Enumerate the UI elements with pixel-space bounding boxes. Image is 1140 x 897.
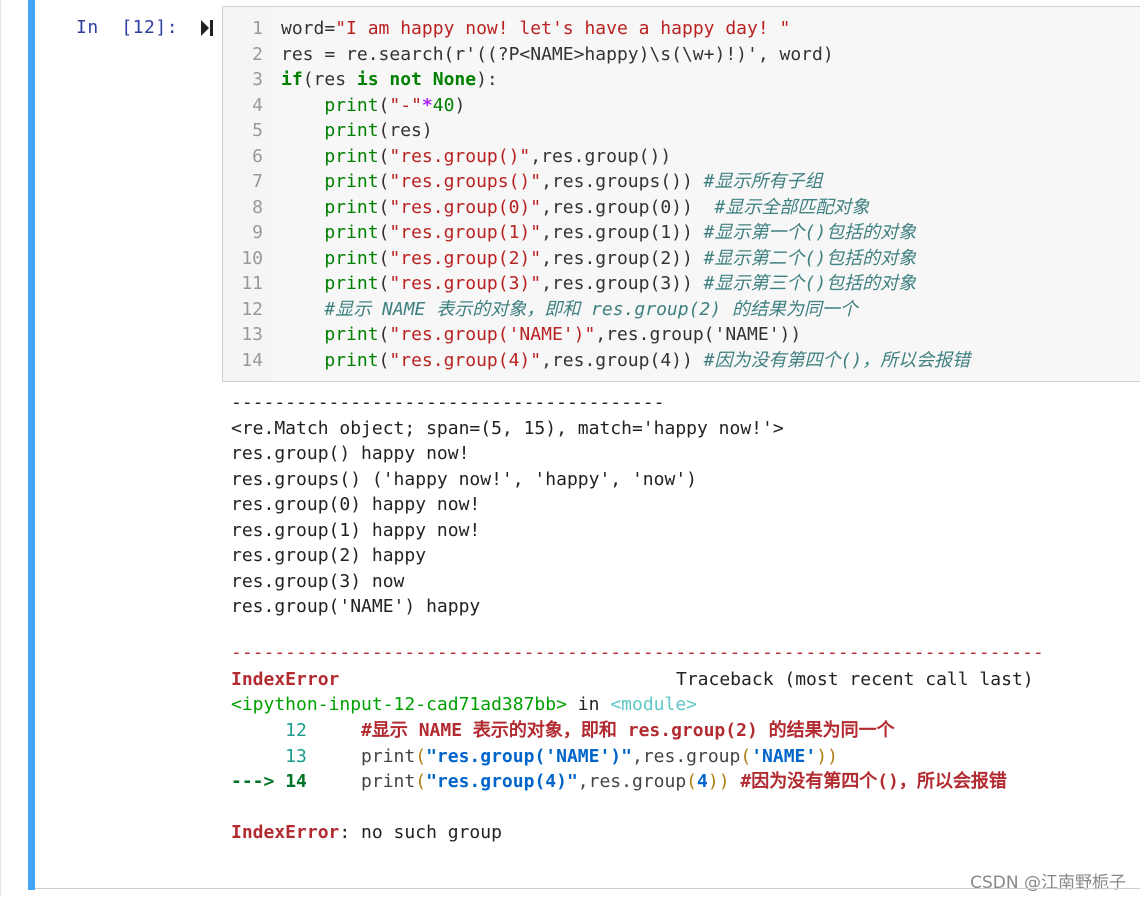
line-number: 3 (252, 69, 263, 90)
selected-cell-indicator (28, 0, 35, 890)
code-text: if(res is not None): (281, 69, 498, 90)
code-text: word="I am happy now! let's have a happy… (281, 18, 791, 39)
code-text: print("res.group('NAME')",res.group('NAM… (324, 324, 802, 345)
cell-bottom-border (35, 888, 1140, 889)
error-separator: ----------------------------------------… (231, 642, 1044, 663)
line-number: 8 (252, 196, 263, 218)
code-text: #显示 NAME 表示的对象，即和 res.group(2) 的结果为同一个 (324, 298, 858, 320)
line-number: 11 (241, 273, 263, 294)
code-text: print("res.group(3)",res.group(3)) #显示第三… (324, 273, 917, 294)
stdout-line: res.group(0) happy now! (231, 494, 481, 515)
code-text: print("res.group(2)",res.group(2)) #显示第二… (324, 247, 917, 269)
traceback-line: 12 #显示 NAME 表示的对象，即和 res.group(2) 的结果为同一… (231, 720, 895, 741)
line-number: 2 (252, 43, 263, 65)
stdout-line: res.group(2) happy (231, 545, 427, 566)
line-number: 13 (241, 324, 263, 345)
error-message: IndexError: no such group (231, 822, 502, 843)
code-text: print("res.group(4)",res.group(4)) #因为没有… (324, 349, 971, 371)
line-number: 4 (252, 94, 263, 116)
line-number: 12 (241, 298, 263, 320)
cell-prompt: In [12]: (76, 17, 179, 38)
line-number: 6 (252, 145, 263, 167)
line-number: 10 (241, 247, 263, 269)
stdout-line: res.group() happy now! (231, 443, 470, 464)
stdout-line: res.group(3) now (231, 570, 405, 592)
stdout-line: res.group('NAME') happy (231, 596, 481, 617)
traceback-line: ---> 14 print("res.group(4)",res.group(4… (231, 771, 1007, 792)
line-number: 9 (252, 222, 263, 243)
stdout-line: ---------------------------------------- (231, 392, 665, 413)
stdout-line: res.group(1) happy now! (231, 519, 481, 541)
code-text: res = re.search(r'((?P<NAME>happy)\s(\w+… (281, 43, 834, 65)
line-number: 14 (241, 349, 263, 371)
code-text: print("res.groups()",res.groups()) #显示所有… (324, 171, 823, 192)
traceback-line: 13 print("res.group('NAME')",res.group('… (231, 746, 838, 767)
stdout-line: <re.Match object; span=(5, 15), match='h… (231, 417, 784, 439)
code-text: print("res.group(1)",res.group(1)) #显示第一… (324, 222, 917, 243)
code-text: print("res.group(0)",res.group(0)) #显示全部… (324, 196, 870, 218)
code-text: print(res) (324, 120, 433, 141)
watermark: CSDN @江南野栀子 (970, 873, 1126, 893)
code-text: print("res.group()",res.group()) (324, 145, 672, 167)
line-number: 7 (252, 171, 263, 192)
stdout-line: res.groups() ('happy now!', 'happy', 'no… (231, 468, 697, 490)
line-number: 1 (252, 18, 263, 39)
line-number: 5 (252, 120, 263, 141)
run-cell-icon[interactable] (199, 18, 215, 38)
error-location: <ipython-input-12-cad71ad387bb> in <modu… (231, 694, 698, 715)
page-edge (0, 0, 1, 897)
code-editor[interactable]: 1 word="I am happy now! let's have a happ… (222, 6, 1140, 382)
code-text: print("-"*40) (324, 94, 466, 116)
error-header: IndexError Traceback (most recent call la… (231, 669, 1034, 690)
